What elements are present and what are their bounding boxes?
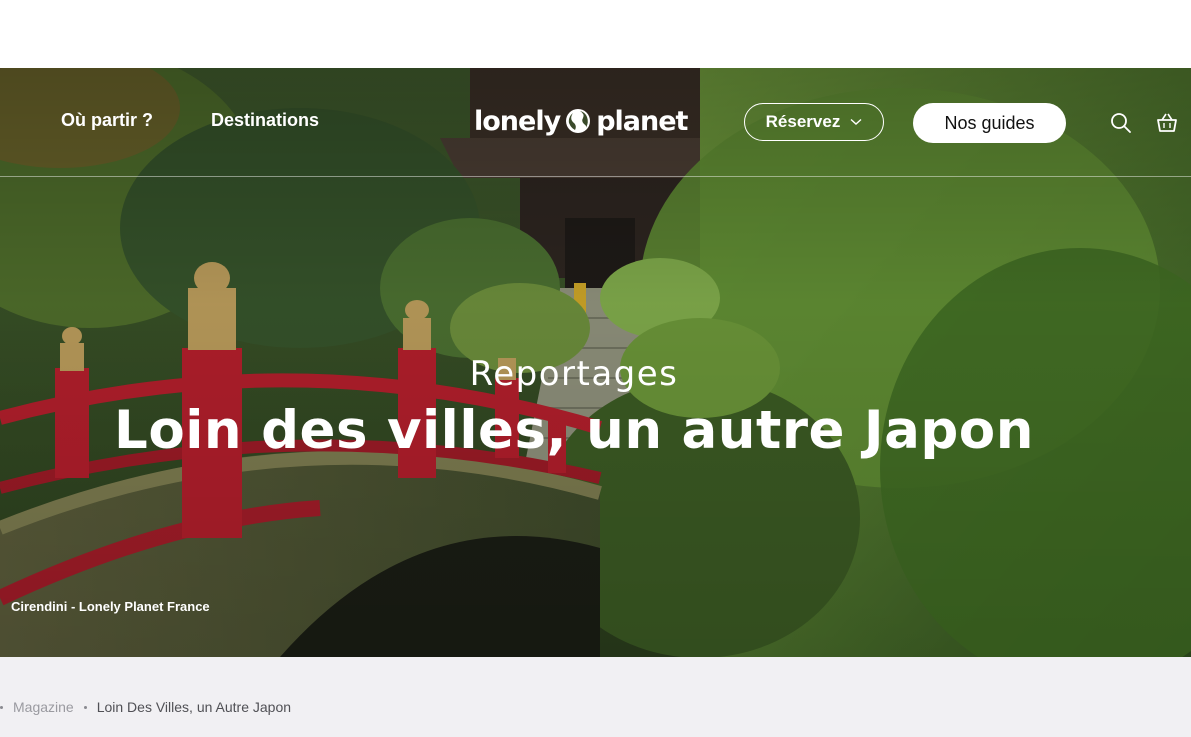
- guides-button-label: Nos guides: [944, 112, 1035, 133]
- hero-section: Où partir ? Destinations lonely planet R…: [0, 68, 1191, 657]
- top-white-band: [0, 0, 1191, 68]
- nav-divider: [0, 176, 1191, 177]
- logo-text-right: planet: [596, 105, 688, 137]
- search-icon[interactable]: [1110, 112, 1132, 134]
- lonely-planet-logo[interactable]: lonely planet: [474, 104, 688, 138]
- photo-credit: Cirendini - Lonely Planet France: [11, 599, 210, 614]
- chevron-down-icon: [850, 118, 862, 125]
- hero-kicker: Reportages: [469, 354, 679, 394]
- basket-icon[interactable]: [1156, 112, 1178, 134]
- breadcrumb-bar: Magazine Loin Des Villes, un Autre Japon: [0, 657, 1191, 737]
- globe-icon: [566, 109, 591, 133]
- breadcrumb-separator: [83, 705, 87, 709]
- breadcrumb-item-current: Loin Des Villes, un Autre Japon: [96, 699, 292, 715]
- hero-title: Loin des villes, un autre Japon: [114, 400, 1034, 461]
- guides-button[interactable]: Nos guides: [913, 103, 1066, 143]
- breadcrumb-separator: [0, 705, 3, 709]
- nav-item-ou-partir[interactable]: Où partir ?: [61, 110, 153, 131]
- main-nav: Où partir ? Destinations lonely planet R…: [0, 68, 1191, 176]
- breadcrumb: Magazine Loin Des Villes, un Autre Japon: [0, 697, 291, 717]
- book-button-label: Réservez: [765, 112, 841, 131]
- breadcrumb-item-magazine[interactable]: Magazine: [13, 699, 74, 715]
- book-button[interactable]: Réservez: [744, 103, 884, 141]
- nav-item-destinations[interactable]: Destinations: [211, 110, 319, 131]
- logo-text-left: lonely: [474, 105, 561, 137]
